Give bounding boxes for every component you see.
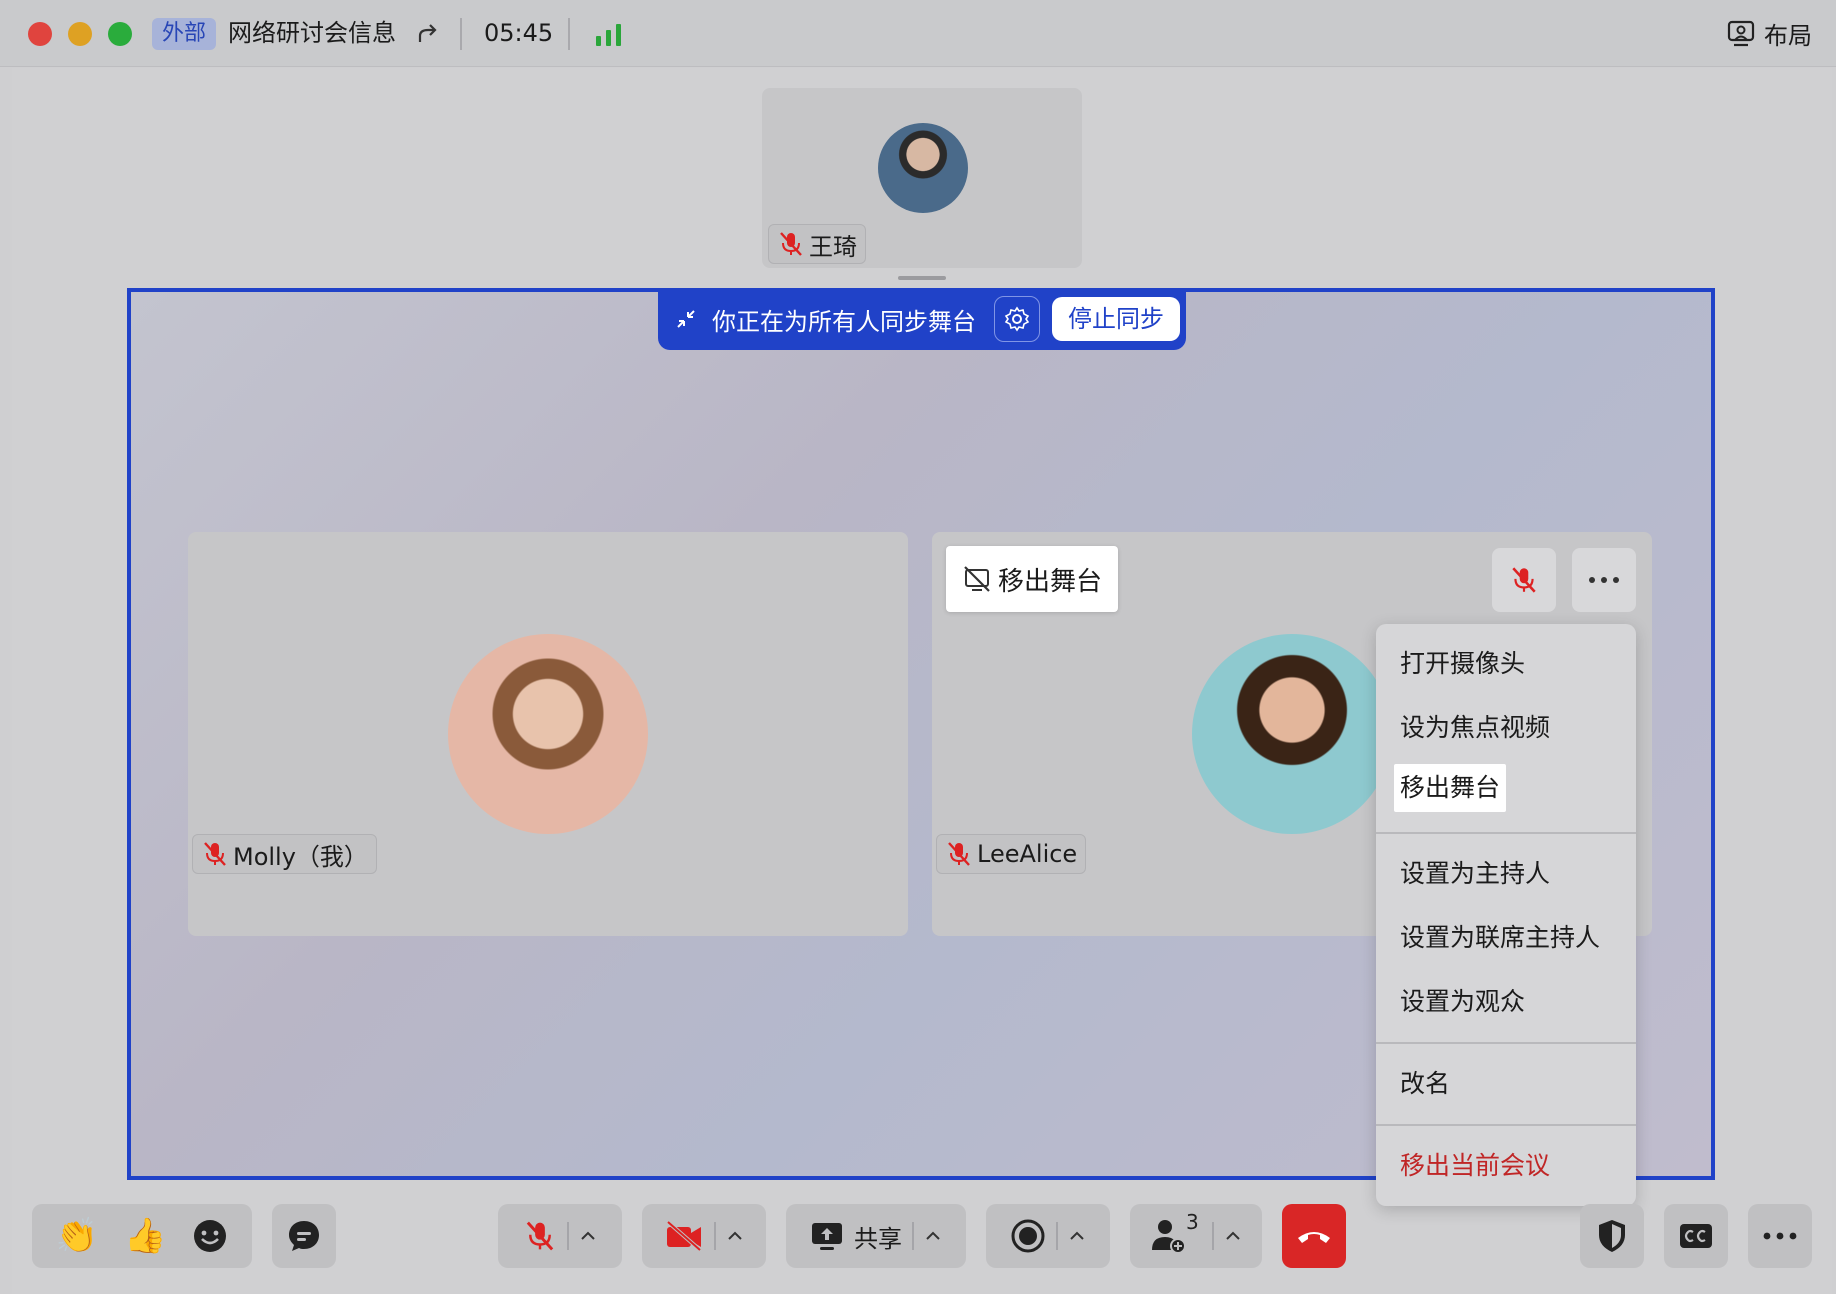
reactions-group: 👏 👍: [32, 1204, 252, 1268]
thumbs-up-icon[interactable]: 👍: [124, 1216, 166, 1256]
menu-item-set-focus-video[interactable]: 设为焦点视频: [1400, 710, 1550, 746]
participant-name: Molly（我）: [233, 842, 368, 871]
title-divider: [460, 18, 462, 50]
chevron-up-icon[interactable]: [726, 1227, 744, 1245]
participants-control[interactable]: 3: [1130, 1204, 1262, 1268]
share-arrow-icon[interactable]: [414, 20, 442, 48]
menu-item-remove-from-meeting[interactable]: 移出当前会议: [1400, 1148, 1550, 1184]
participant-name: 王琦: [809, 232, 857, 261]
captions-button[interactable]: [1664, 1204, 1728, 1268]
sync-status-text: 你正在为所有人同步舞台: [712, 307, 976, 336]
emoji-icon[interactable]: [192, 1218, 228, 1254]
mic-muted-icon: [948, 842, 970, 866]
meeting-title[interactable]: 网络研讨会信息: [228, 16, 396, 50]
menu-separator: [1376, 1042, 1636, 1044]
title-divider: [568, 18, 570, 50]
microphone-control[interactable]: [498, 1204, 622, 1268]
toolbar-divider: [567, 1222, 569, 1250]
drag-handle[interactable]: [898, 276, 946, 280]
minimize-window-button[interactable]: [68, 22, 92, 46]
shield-icon: [1599, 1220, 1625, 1252]
avatar: [448, 634, 648, 834]
participant-name-tag: 王琦: [768, 224, 866, 264]
toolbar-divider: [1056, 1222, 1058, 1250]
share-label: 共享: [854, 1224, 902, 1253]
mic-muted-icon: [204, 842, 226, 866]
camera-control[interactable]: [642, 1204, 766, 1268]
chevron-up-icon[interactable]: [579, 1227, 597, 1245]
chat-bubble-icon: [289, 1221, 319, 1251]
menu-item-rename[interactable]: 改名: [1400, 1066, 1450, 1102]
toolbar-more-button[interactable]: [1748, 1204, 1812, 1268]
more-dots-icon: [1763, 1232, 1797, 1240]
layout-button[interactable]: 布局: [1726, 14, 1812, 52]
video-tile-molly[interactable]: Molly（我）: [188, 532, 908, 936]
menu-item-open-camera[interactable]: 打开摄像头: [1400, 646, 1525, 682]
hang-up-icon: [1298, 1232, 1330, 1243]
remove-stage-label: 移出舞台: [998, 566, 1103, 597]
chevron-up-icon[interactable]: [924, 1227, 942, 1245]
gear-icon: [1004, 306, 1030, 332]
record-control[interactable]: [986, 1204, 1110, 1268]
toolbar-divider: [1212, 1222, 1214, 1250]
menu-item-set-cohost[interactable]: 设置为联席主持人: [1400, 920, 1600, 956]
chevron-up-icon[interactable]: [1068, 1227, 1086, 1245]
mic-muted-icon: [780, 232, 802, 256]
more-options-button[interactable]: [1572, 548, 1636, 612]
sync-settings-button[interactable]: [994, 296, 1040, 342]
toolbar-divider: [912, 1222, 914, 1250]
menu-item-set-host[interactable]: 设置为主持人: [1400, 856, 1550, 892]
add-participant-icon: [1152, 1220, 1186, 1254]
participants-icon-group: 3: [1150, 1210, 1202, 1256]
stop-sync-button[interactable]: 停止同步: [1052, 297, 1180, 341]
participant-context-menu: 打开摄像头 设为焦点视频 移出舞台 设置为主持人 设置为联席主持人 设置为观众 …: [1376, 624, 1636, 1206]
avatar: [1192, 634, 1392, 834]
participant-name-tag: LeeAlice: [936, 834, 1087, 874]
meeting-timer: 05:45: [484, 19, 554, 47]
stage-sync-bar: 你正在为所有人同步舞台 停止同步: [658, 288, 1186, 350]
toolbar-divider: [714, 1222, 716, 1250]
menu-item-remove-from-stage[interactable]: 移出舞台: [1394, 764, 1507, 812]
avatar: [878, 123, 968, 213]
meeting-window: 外部 网络研讨会信息 05:45 布局 王琦 你正在为所有人同步舞台 停止同步 …: [0, 0, 1836, 1294]
layout-icon: [1727, 20, 1755, 47]
network-signal-icon[interactable]: [594, 22, 624, 46]
more-dots-icon: [1589, 577, 1619, 583]
share-screen-control[interactable]: 共享: [786, 1204, 966, 1268]
leave-meeting-button[interactable]: [1282, 1204, 1346, 1268]
cc-icon: [1680, 1224, 1712, 1248]
chevron-up-icon[interactable]: [1224, 1227, 1242, 1245]
menu-item-set-audience[interactable]: 设置为观众: [1400, 984, 1525, 1020]
menu-separator: [1376, 1124, 1636, 1126]
remove-from-stage-button[interactable]: 移出舞台: [946, 546, 1119, 612]
collapse-icon[interactable]: [674, 307, 698, 331]
hide-screen-icon: [964, 566, 990, 592]
layout-label: 布局: [1764, 21, 1812, 50]
menu-separator: [1376, 832, 1636, 834]
participants-count: 3: [1186, 1210, 1199, 1234]
security-button[interactable]: [1580, 1204, 1644, 1268]
record-icon: [1011, 1219, 1045, 1253]
camera-off-icon: [666, 1220, 702, 1252]
share-screen-icon: [812, 1223, 842, 1250]
thumbnail-tile[interactable]: 王琦: [762, 88, 1082, 268]
mic-muted-icon: [526, 1221, 554, 1251]
chat-button[interactable]: [272, 1204, 336, 1268]
close-window-button[interactable]: [28, 22, 52, 46]
clap-icon[interactable]: 👏: [56, 1216, 98, 1256]
mic-muted-icon: [1512, 567, 1536, 593]
title-bar: 外部 网络研讨会信息 05:45 布局: [0, 0, 1836, 67]
mute-participant-button[interactable]: [1492, 548, 1556, 612]
external-badge: 外部: [152, 18, 217, 50]
maximize-window-button[interactable]: [108, 22, 132, 46]
participant-name-tag: Molly（我）: [192, 834, 377, 874]
participant-name: LeeAlice: [977, 840, 1078, 868]
